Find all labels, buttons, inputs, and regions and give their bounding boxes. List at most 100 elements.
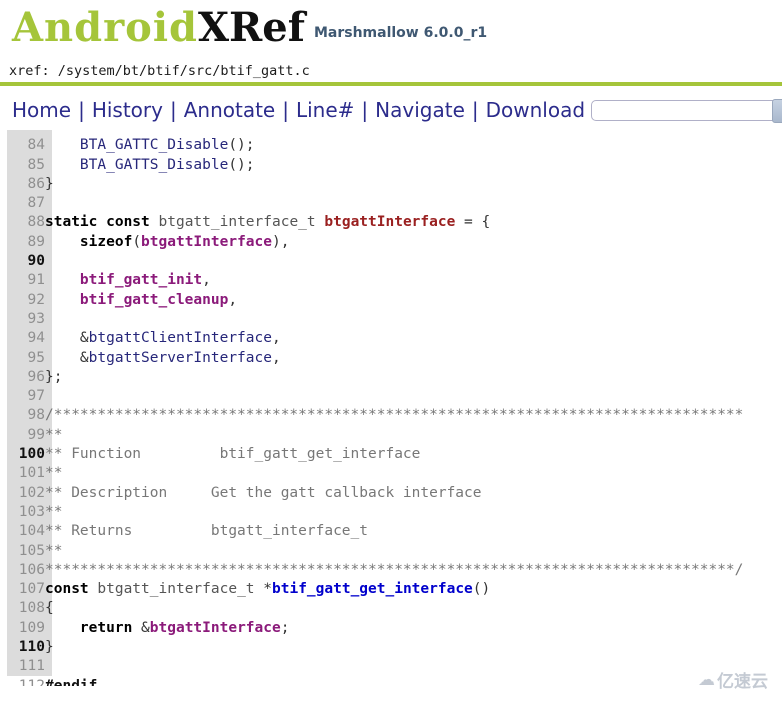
code-token-cmt: /***************************************… <box>45 407 744 424</box>
code-token-fnref[interactable]: BTA_GATTS_Disable <box>80 157 228 173</box>
code-token-pp: #endif <box>45 677 98 686</box>
line-number[interactable]: 97 <box>0 387 45 406</box>
nav-separator: | <box>78 98 85 122</box>
search-input[interactable] <box>591 99 782 121</box>
line-number[interactable]: 93 <box>0 310 45 329</box>
code-line: 94 &btgattClientInterface, <box>0 329 743 348</box>
line-number[interactable]: 84 <box>0 136 45 155</box>
code-token-punc <box>45 620 80 636</box>
code-line-content: BTA_GATTS_Disable(); <box>45 156 743 175</box>
code-line-content: btif_gatt_cleanup, <box>45 291 743 310</box>
line-number[interactable]: 106 <box>0 561 45 580</box>
code-token-fnref[interactable]: BTA_GATTC_Disable <box>80 137 228 153</box>
line-number[interactable]: 111 <box>0 657 45 676</box>
code-line: 102 ** Description Get the gatt callback … <box>0 484 743 503</box>
code-line-content: const btgatt_interface_t *btif_gatt_get_… <box>45 580 743 599</box>
code-line-content: static const btgatt_interface_t btgattIn… <box>45 213 743 232</box>
code-token-varplain[interactable]: btgattServerInterface <box>89 350 272 366</box>
code-token-cmt: ** Returns btgatt_interface_t <box>45 523 369 540</box>
line-number[interactable]: 100 <box>0 445 45 464</box>
nav-link-history[interactable]: History <box>92 98 163 122</box>
xref-path: xref: /system/bt/btif/src/btif_gatt.c <box>9 63 310 79</box>
line-number[interactable]: 85 <box>0 156 45 175</box>
line-number[interactable]: 94 <box>0 329 45 348</box>
code-token-fndef: btif_gatt_get_interface <box>272 581 473 598</box>
code-token-punc: } <box>45 639 54 656</box>
code-token-punc: }; <box>45 368 63 385</box>
line-number[interactable]: 101 <box>0 464 45 483</box>
line-number[interactable]: 88 <box>0 213 45 232</box>
line-number[interactable]: 112 <box>0 677 45 686</box>
code-token-typ[interactable]: btgatt_interface_t <box>159 214 316 230</box>
code-token-var[interactable]: btif_gatt_cleanup <box>80 292 228 308</box>
line-number[interactable]: 98 <box>0 406 45 425</box>
search-submit-button[interactable] <box>772 99 782 123</box>
nav-link-annotate[interactable]: Annotate <box>184 98 276 122</box>
line-number[interactable]: 103 <box>0 503 45 522</box>
line-number[interactable]: 109 <box>0 619 45 638</box>
code-token-punc: & <box>45 330 89 347</box>
site-logo[interactable]: AndroidXRef Marshmallow 6.0.0_r1 <box>12 8 487 48</box>
code-line-content: /***************************************… <box>45 406 743 425</box>
logo-android-text: Android <box>12 4 199 51</box>
line-number[interactable]: 91 <box>0 271 45 290</box>
xref-file-path[interactable]: /system/bt/btif/src/btif_gatt.c <box>58 63 310 79</box>
line-number[interactable]: 108 <box>0 599 45 618</box>
nav-link-home[interactable]: Home <box>12 98 71 122</box>
code-line-content: ** <box>45 503 743 522</box>
code-line: 93 <box>0 310 743 329</box>
code-token-punc: ), <box>272 233 290 250</box>
code-token-cmt: ** <box>45 426 63 443</box>
code-line-content: ** Function btif_gatt_get_interface <box>45 445 743 464</box>
line-number[interactable]: 89 <box>0 233 45 252</box>
line-number[interactable]: 99 <box>0 426 45 445</box>
code-token-punc: , <box>202 272 211 289</box>
code-token-cmt: ** <box>45 465 63 482</box>
source-code-viewer[interactable]: 8384 BTA_GATTC_Disable();85 BTA_GATTS_Di… <box>0 130 782 686</box>
line-number[interactable]: 104 <box>0 522 45 541</box>
code-line: 106 *************************************… <box>0 561 744 580</box>
line-number[interactable]: 87 <box>0 194 45 213</box>
code-token-var[interactable]: btgattInterface <box>141 234 272 250</box>
code-token-punc: , <box>228 291 238 308</box>
line-number[interactable]: 90 <box>0 252 45 271</box>
line-number[interactable]: 102 <box>0 484 45 503</box>
line-number[interactable]: 110 <box>0 638 45 657</box>
line-number[interactable]: 96 <box>0 368 45 387</box>
line-number[interactable]: 107 <box>0 580 45 599</box>
code-line: 112 #endif <box>0 677 743 686</box>
code-line-content: return &btgattInterface; <box>45 619 743 638</box>
line-number[interactable]: 86 <box>0 175 45 194</box>
line-number[interactable]: 95 <box>0 349 45 368</box>
code-line: 88 static const btgatt_interface_t btgatt… <box>0 213 743 232</box>
line-number[interactable]: 105 <box>0 542 45 561</box>
code-line-content: ** <box>45 542 743 561</box>
code-line-content: sizeof(btgattInterface), <box>45 233 743 252</box>
code-line: 105 ** <box>0 542 743 561</box>
nav-link-download[interactable]: Download <box>486 98 585 122</box>
code-line: 101 ** <box>0 464 743 483</box>
line-number[interactable]: 92 <box>0 291 45 310</box>
nav-separator: | <box>361 98 369 122</box>
nav-link-line-number[interactable]: Line# <box>296 98 354 122</box>
code-token-typ[interactable]: btgatt_interface_t <box>97 581 254 597</box>
code-line: 104 ** Returns btgatt_interface_t <box>0 522 743 541</box>
code-line: 103 ** <box>0 503 743 522</box>
page-header: AndroidXRef Marshmallow 6.0.0_r1 <box>0 0 782 62</box>
code-line: 98/*************************************… <box>0 406 744 425</box>
code-token-var[interactable]: btgattInterface <box>150 620 281 636</box>
code-table: 8384 BTA_GATTC_Disable();85 BTA_GATTS_Di… <box>0 130 744 686</box>
code-token-punc: = { <box>455 214 491 231</box>
nav-link-navigate[interactable]: Navigate <box>375 98 465 122</box>
cloud-icon: ☁ <box>698 669 715 689</box>
code-line: 95 &btgattServerInterface, <box>0 349 743 368</box>
code-token-cmt: ** Description Get the gatt callback int… <box>45 484 482 501</box>
code-token-punc: & <box>45 349 89 366</box>
code-line: 91 btif_gatt_init, <box>0 271 743 290</box>
code-token-punc: ; <box>280 619 290 636</box>
code-token-kw: const <box>45 581 89 598</box>
code-token-varplain[interactable]: btgattClientInterface <box>89 330 272 346</box>
code-token-var[interactable]: btif_gatt_init <box>80 272 202 288</box>
code-line: 107 const btgatt_interface_t *btif_gatt_g… <box>0 580 743 599</box>
code-line-content: ** <box>45 426 743 445</box>
